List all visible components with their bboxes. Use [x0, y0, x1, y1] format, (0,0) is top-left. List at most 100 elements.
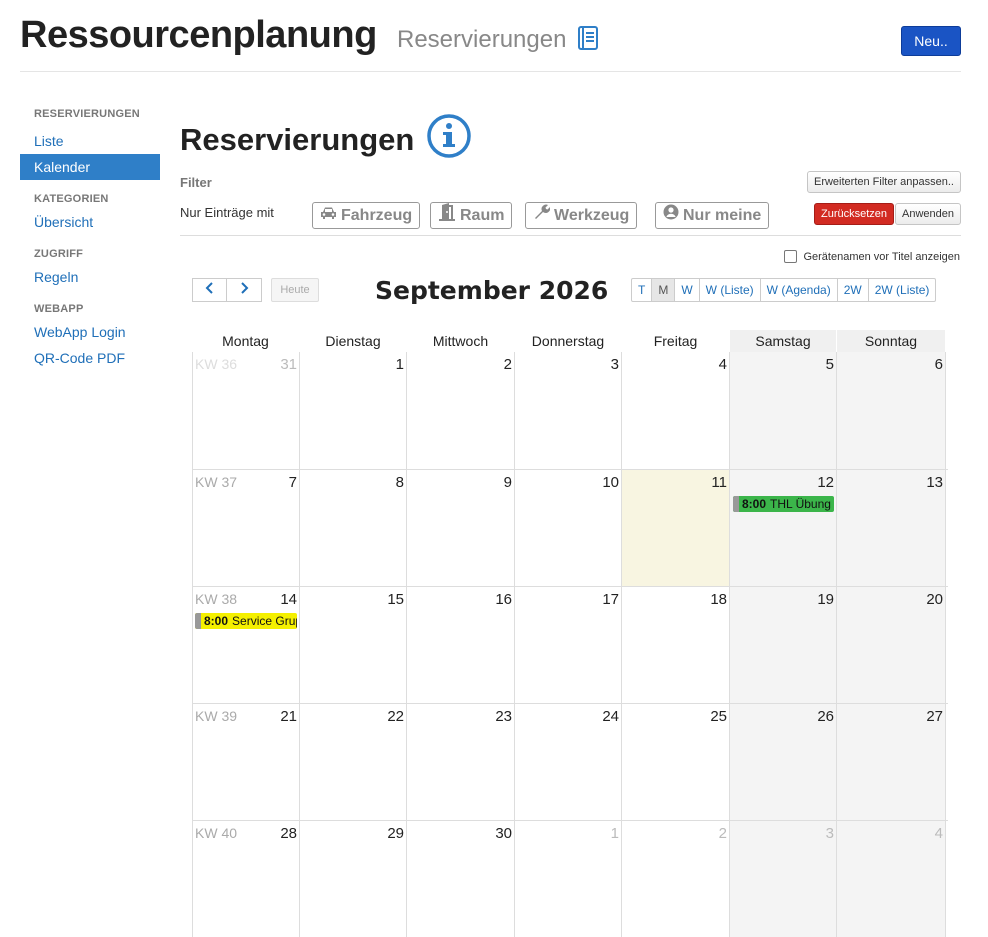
calendar-day-cell[interactable]: 3 [515, 352, 622, 469]
calendar-day-cell[interactable]: 2 [407, 352, 515, 469]
calendar-day-cell[interactable]: 22 [300, 704, 407, 820]
day-number[interactable]: 17 [602, 591, 619, 608]
reset-button[interactable]: Zurücksetzen [814, 203, 895, 225]
calendar-day-cell[interactable]: KW 36 31 [192, 352, 300, 469]
calendar-day-cell[interactable]: 1 [515, 821, 622, 937]
day-number[interactable]: 29 [387, 825, 404, 842]
day-number[interactable]: 21 [280, 708, 297, 725]
next-button[interactable] [227, 278, 262, 302]
sidebar-item-webapp-login[interactable]: WebApp Login [20, 319, 160, 345]
day-number[interactable]: 27 [926, 708, 943, 725]
day-number[interactable]: 5 [826, 356, 834, 373]
device-name-checkbox[interactable] [784, 250, 798, 263]
calendar-day-cell[interactable]: 17 [515, 587, 622, 703]
day-number[interactable]: 23 [495, 708, 512, 725]
day-number[interactable]: 28 [280, 825, 297, 842]
calendar-day-cell[interactable]: 10 [515, 470, 622, 586]
day-number[interactable]: 7 [289, 474, 297, 491]
day-number[interactable]: 3 [826, 825, 834, 842]
day-number[interactable]: 3 [611, 356, 619, 373]
apply-button[interactable]: Anwenden [895, 203, 961, 225]
day-number[interactable]: 4 [719, 356, 727, 373]
day-number[interactable]: 4 [935, 825, 943, 842]
sidebar-item-kalender[interactable]: Kalender [20, 154, 160, 180]
calendar-day-cell[interactable]: 25 [622, 704, 730, 820]
day-number[interactable]: 31 [280, 356, 297, 373]
sidebar-item-uebersicht[interactable]: Übersicht [20, 209, 160, 235]
view-month[interactable]: M [651, 279, 675, 301]
day-number[interactable]: 11 [711, 474, 727, 491]
calendar-day-cell[interactable]: 9 [407, 470, 515, 586]
view-week-list[interactable]: W (Liste) [698, 279, 760, 301]
day-number[interactable]: 13 [926, 474, 943, 491]
calendar-day-cell[interactable]: 20 [837, 587, 946, 703]
day-number[interactable]: 16 [495, 591, 512, 608]
view-2weeks-list[interactable]: 2W (Liste) [867, 279, 936, 301]
calendar-day-cell[interactable]: 3 [730, 821, 837, 937]
calendar-day-cell[interactable]: KW 39 21 [192, 704, 300, 820]
view-week-agenda[interactable]: W (Agenda) [759, 279, 837, 301]
book-icon[interactable] [577, 25, 599, 56]
view-2weeks[interactable]: 2W [836, 279, 868, 301]
calendar-day-cell[interactable]: 8 [300, 470, 407, 586]
day-number[interactable]: 2 [504, 356, 512, 373]
calendar-day-cell[interactable]: KW 38 14 8:00Service Gruppe [192, 587, 300, 703]
view-day[interactable]: T [632, 279, 651, 301]
day-number[interactable]: 1 [396, 356, 404, 373]
extended-filter-button[interactable]: Erweiterten Filter anpassen.. [806, 171, 961, 193]
sidebar-item-qr-code-pdf[interactable]: QR-Code PDF [20, 345, 160, 371]
view-week[interactable]: W [674, 279, 698, 301]
calendar-day-cell[interactable]: 15 [300, 587, 407, 703]
day-number[interactable]: 8 [396, 474, 404, 491]
calendar-day-cell[interactable]: 24 [515, 704, 622, 820]
calendar-day-cell[interactable]: 12 8:00 THL Übung [730, 470, 837, 586]
day-number[interactable]: 20 [926, 591, 943, 608]
calendar-day-cell[interactable]: 30 [407, 821, 515, 937]
day-number[interactable]: 12 [817, 474, 834, 491]
calendar-day-cell[interactable]: KW 40 28 [192, 821, 300, 937]
calendar-day-cell[interactable]: 23 [407, 704, 515, 820]
day-number[interactable]: 14 [280, 591, 297, 608]
day-number[interactable]: 24 [602, 708, 619, 725]
day-number[interactable]: 30 [495, 825, 512, 842]
day-number[interactable]: 1 [611, 825, 619, 842]
day-number[interactable]: 10 [602, 474, 619, 491]
day-number[interactable]: 2 [719, 825, 727, 842]
calendar-day-cell[interactable]: 11 [622, 470, 730, 586]
calendar-day-cell[interactable]: 4 [622, 352, 730, 469]
calendar-day-cell[interactable]: 6 [837, 352, 946, 469]
calendar-day-cell[interactable]: 16 [407, 587, 515, 703]
sidebar-item-regeln[interactable]: Regeln [20, 264, 160, 290]
calendar-day-cell[interactable]: 19 [730, 587, 837, 703]
new-button[interactable]: Neu.. [901, 26, 961, 56]
calendar-event[interactable]: 8:00 THL Übung [733, 496, 834, 512]
filter-tool-button[interactable]: Werkzeug [525, 202, 638, 229]
calendar-day-cell[interactable]: KW 37 7 [192, 470, 300, 586]
day-number[interactable]: 26 [817, 708, 834, 725]
day-number[interactable]: 22 [387, 708, 404, 725]
day-number[interactable]: 18 [710, 591, 727, 608]
calendar-day-cell[interactable]: 29 [300, 821, 407, 937]
calendar-day-cell[interactable]: 2 [622, 821, 730, 937]
day-number[interactable]: 25 [710, 708, 727, 725]
filter-room-button[interactable]: Raum [430, 202, 513, 229]
sidebar-item-liste[interactable]: Liste [20, 128, 160, 154]
calendar-day-cell[interactable]: 27 [837, 704, 946, 820]
calendar-day-cell[interactable]: 1 [300, 352, 407, 469]
calendar-day-cell[interactable]: 13 [837, 470, 946, 586]
calendar-day-cell[interactable]: 18 [622, 587, 730, 703]
calendar-day-cell[interactable]: 26 [730, 704, 837, 820]
day-number[interactable]: 9 [504, 474, 512, 491]
calendar-event[interactable]: 8:00Service Gruppe [195, 613, 297, 629]
prev-button[interactable] [192, 278, 227, 302]
today-button[interactable]: Heute [271, 278, 319, 302]
info-icon[interactable] [426, 113, 472, 164]
day-number[interactable]: 15 [387, 591, 404, 608]
day-number[interactable]: 19 [817, 591, 834, 608]
filter-only-mine-button[interactable]: Nur meine [655, 202, 770, 229]
day-number[interactable]: 6 [935, 356, 943, 373]
calendar-day-cell[interactable]: 4 [837, 821, 946, 937]
calendar-day-cell[interactable]: 5 [730, 352, 837, 469]
sidebar-section-zugriff: ZUGRIFF Regeln [20, 244, 160, 290]
filter-vehicle-button[interactable]: Fahrzeug [312, 202, 421, 229]
